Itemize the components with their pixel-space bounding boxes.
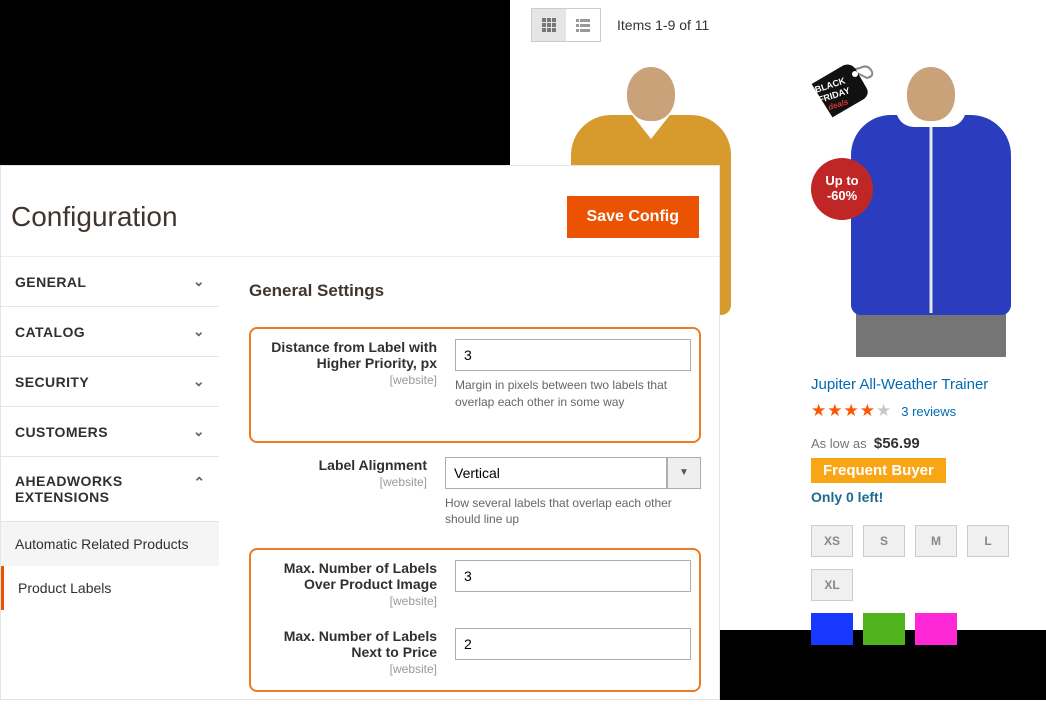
triangle-down-icon: ▼: [679, 467, 689, 478]
chevron-up-icon: ⌄: [193, 473, 205, 490]
grid-view-button[interactable]: [532, 9, 566, 41]
chevron-down-icon: ⌄: [193, 373, 205, 390]
reviews-link[interactable]: 3 reviews: [901, 404, 956, 419]
color-option-green[interactable]: [863, 613, 905, 645]
price-tag-icon: BLACK FRIDAY deals: [805, 62, 877, 122]
general-settings-form: General Settings Distance from Label wit…: [219, 257, 719, 716]
item-count-text: Items 1-9 of 11: [617, 17, 709, 33]
chevron-down-icon: ⌄: [193, 423, 205, 440]
star-icon: ★: [844, 401, 859, 421]
star-icons: ★ ★ ★ ★ ★: [811, 401, 891, 421]
size-option[interactable]: S: [863, 525, 905, 557]
sidebar-section-security[interactable]: SECURITY ⌄: [1, 357, 219, 407]
view-mode-toggle: [531, 8, 601, 42]
settings-heading: General Settings: [249, 281, 701, 301]
save-config-button[interactable]: Save Config: [567, 196, 699, 238]
star-icon: ★: [860, 401, 875, 421]
star-icon: ★: [827, 401, 842, 421]
field-hint: Margin in pixels between two labels that…: [455, 377, 691, 411]
size-swatches: XS S M L: [811, 525, 1046, 557]
rating: ★ ★ ★ ★ ★ 3 reviews: [811, 401, 1046, 421]
star-icon: ★: [811, 401, 826, 421]
alignment-select[interactable]: [445, 457, 667, 489]
highlight-distance: Distance from Label with Higher Priority…: [249, 327, 701, 443]
price: As low as $56.99: [811, 435, 1046, 452]
frequent-buyer-label: Frequent Buyer: [811, 458, 946, 483]
stock-text: Only 0 left!: [811, 489, 1046, 505]
sidebar-item-related-products[interactable]: Automatic Related Products: [1, 522, 219, 566]
highlight-max-labels: Max. Number of Labels Over Product Image…: [249, 548, 701, 692]
size-option[interactable]: XL: [811, 569, 853, 601]
max-next-price-input[interactable]: [455, 628, 691, 660]
size-option[interactable]: XS: [811, 525, 853, 557]
chevron-down-icon: ⌄: [193, 273, 205, 290]
sidebar-section-aheadworks[interactable]: AHEADWORKS EXTENSIONS ⌄: [1, 457, 219, 522]
field-label-distance: Distance from Label with Higher Priority…: [259, 339, 437, 411]
product-image: BLACK FRIDAY deals Up to -60%: [811, 62, 1046, 362]
max-over-image-input[interactable]: [455, 560, 691, 592]
size-option[interactable]: L: [967, 525, 1009, 557]
distance-input[interactable]: [455, 339, 691, 371]
field-hint: How several labels that overlap each oth…: [445, 495, 701, 529]
size-swatches-row2: XL: [811, 569, 1046, 601]
product-name[interactable]: Jupiter All-Weather Trainer: [811, 376, 1046, 393]
sidebar-section-catalog[interactable]: CATALOG ⌄: [1, 307, 219, 357]
black-friday-tag-label: BLACK FRIDAY deals: [805, 62, 877, 122]
size-option[interactable]: M: [915, 525, 957, 557]
sidebar-section-customers[interactable]: CUSTOMERS ⌄: [1, 407, 219, 457]
color-option-blue[interactable]: [811, 613, 853, 645]
list-icon: [575, 17, 591, 33]
page-title: Configuration: [11, 201, 178, 233]
discount-badge-label: Up to -60%: [811, 158, 873, 220]
field-label-max-image: Max. Number of Labels Over Product Image…: [259, 560, 437, 608]
chevron-down-icon: ⌄: [193, 323, 205, 340]
config-sidebar: GENERAL ⌄ CATALOG ⌄ SECURITY ⌄ CUSTOMERS…: [1, 257, 219, 716]
star-icon: ★: [876, 401, 891, 421]
admin-config-panel: Configuration Save Config GENERAL ⌄ CATA…: [0, 165, 720, 700]
color-option-pink[interactable]: [915, 613, 957, 645]
sidebar-section-general[interactable]: GENERAL ⌄: [1, 257, 219, 307]
product-card[interactable]: BLACK FRIDAY deals Up to -60% Jupiter Al…: [811, 62, 1046, 657]
field-label-max-price: Max. Number of Labels Next to Price [web…: [259, 628, 437, 676]
grid-icon: [541, 17, 557, 33]
dropdown-toggle[interactable]: ▼: [667, 457, 701, 489]
field-label-alignment: Label Alignment [website]: [249, 457, 427, 529]
color-swatches: [811, 613, 1046, 645]
list-view-button[interactable]: [566, 9, 600, 41]
sidebar-item-product-labels[interactable]: Product Labels: [1, 566, 219, 610]
